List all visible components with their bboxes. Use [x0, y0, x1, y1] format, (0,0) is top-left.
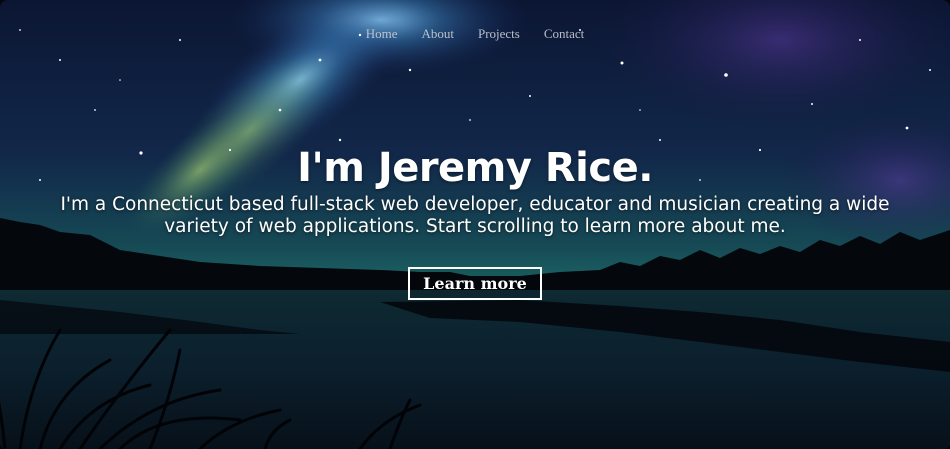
- hero-subtitle: I'm a Connecticut based full-stack web d…: [60, 194, 890, 237]
- hero-title: I'm Jeremy Rice.: [297, 145, 653, 191]
- nav-link-home[interactable]: Home: [354, 26, 410, 42]
- main-navigation: Home About Projects Contact: [0, 26, 950, 42]
- nav-link-contact[interactable]: Contact: [532, 26, 596, 42]
- nav-link-projects[interactable]: Projects: [466, 26, 532, 42]
- nav-link-about[interactable]: About: [409, 26, 466, 42]
- learn-more-button[interactable]: Learn more: [408, 267, 542, 300]
- hero-section: Home About Projects Contact I'm Jeremy R…: [0, 0, 950, 449]
